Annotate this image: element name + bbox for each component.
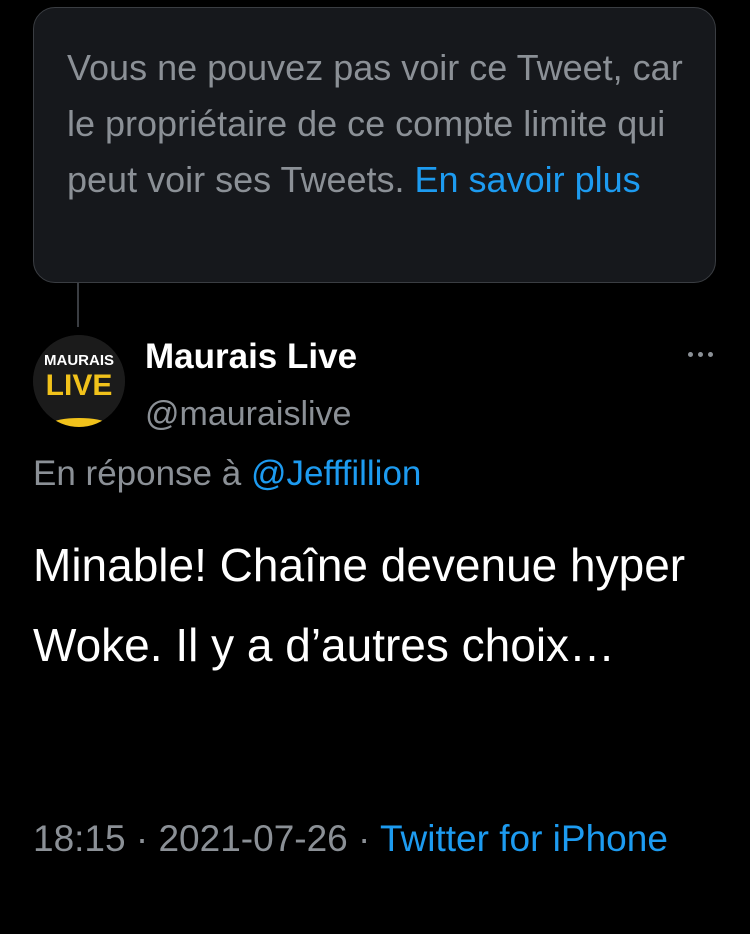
svg-text:LIVE: LIVE <box>46 369 113 402</box>
learn-more-link[interactable]: En savoir plus <box>415 159 641 200</box>
svg-text:MAURAIS: MAURAIS <box>44 352 114 369</box>
more-options-button[interactable] <box>680 344 720 364</box>
tweet-source-link[interactable]: Twitter for iPhone <box>380 818 668 859</box>
tweet-date[interactable]: 2021-07-26 <box>158 818 347 859</box>
meta-separator: · <box>135 818 149 859</box>
avatar[interactable]: MAURAIS LIVE <box>33 335 125 427</box>
tweet-metadata: 18:15 · 2021-07-26 · Twitter for iPhone <box>33 810 723 868</box>
reply-context: En réponse à @Jefffillion <box>33 450 421 498</box>
user-handle[interactable]: @mauraislive <box>145 392 351 436</box>
display-name[interactable]: Maurais Live <box>145 335 357 379</box>
restricted-tweet-notice: Vous ne pouvez pas voir ce Tweet, car le… <box>33 7 716 283</box>
more-horizontal-icon <box>687 351 693 357</box>
tweet-text: Minable! Chaîne devenue hyper Woke. Il y… <box>33 539 686 671</box>
maurais-live-logo: MAURAIS LIVE <box>33 335 125 427</box>
reply-prefix: En réponse à <box>33 454 242 493</box>
meta-separator: · <box>358 818 371 859</box>
tweet-time[interactable]: 18:15 <box>33 818 126 859</box>
reply-mention-link[interactable]: @Jefffillion <box>251 454 421 493</box>
thread-connector-line <box>77 283 79 327</box>
